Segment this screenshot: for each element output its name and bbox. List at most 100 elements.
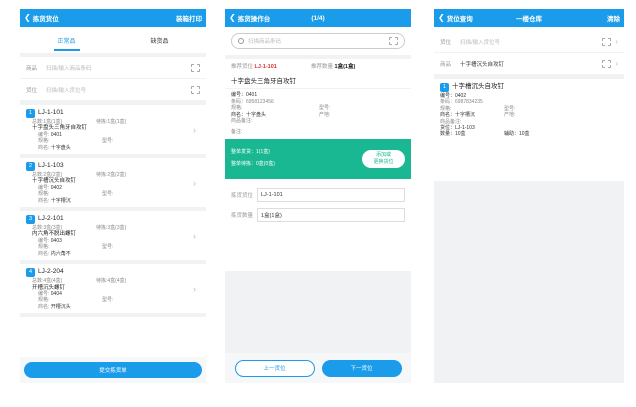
bottom-bar: 上一货位 下一货位	[225, 353, 411, 383]
pick-location-label: 拣货货位	[231, 192, 254, 199]
task-pending: 待拣:3盒(3盒)	[96, 225, 127, 232]
location-input[interactable]: 扫描/输入货位号	[46, 86, 191, 94]
next-location-button[interactable]: 下一货位	[321, 359, 402, 377]
product-spec: 规格:	[231, 105, 243, 112]
pick-qty-row: 拣货数量 1盒(1盒)	[225, 205, 411, 225]
task-total: 总数:4盒(4盒)	[32, 278, 63, 285]
result-origin: 产地:	[504, 112, 516, 119]
result-aux: 辅助：10盒	[504, 131, 530, 138]
pick-qty-label: 拣货数量	[231, 212, 254, 219]
task-code: 0402	[50, 184, 62, 191]
product-field[interactable]: 商品 十字槽沉头自攻钉 ›	[434, 53, 624, 75]
location-field-label: 货位	[440, 39, 452, 46]
brand-label: 商名:	[38, 303, 50, 310]
rec-location-label: 推荐货位	[231, 64, 254, 70]
submit-pick-list-button[interactable]: 提交拣货单	[24, 362, 202, 378]
index-badge: 1	[440, 83, 449, 92]
product-field-label: 商品	[26, 65, 38, 72]
back-button[interactable]: ❮ 货位查询	[438, 13, 473, 24]
chevron-right-icon[interactable]: ›	[615, 59, 618, 68]
search-icon	[238, 38, 244, 44]
scan-icon[interactable]	[191, 85, 200, 94]
location-query-screen: ❮ 货位查询 一楼仓库 清除 货位 扫描/输入货位号 › 商品 十字槽沉头自攻钉…	[434, 9, 624, 383]
remark: 备注:	[231, 128, 243, 135]
nav-bar: ❮ 拣货货位 装箱打印	[20, 9, 206, 27]
rec-qty-value: 1盒(1盒)	[334, 64, 356, 70]
index-badge: 1	[26, 109, 35, 118]
product-name: 十字盘头三角牙自攻钉	[225, 73, 411, 89]
recommendation-row: 推荐货位 LJ-1-101 推荐数量 1盒(1盒)	[225, 59, 411, 73]
pack-print-button[interactable]: 装箱打印	[176, 13, 202, 23]
back-button[interactable]: ❮ 拣货操作台	[229, 13, 271, 24]
location-field[interactable]: 货位 扫描/输入货位号	[20, 79, 206, 101]
product-field[interactable]: 商品 扫描/输入商品条码	[20, 57, 206, 79]
product-note: 商品备注:	[231, 118, 253, 125]
chevron-left-icon: ❮	[229, 13, 236, 22]
code-label: 编号:	[38, 184, 50, 191]
search-input[interactable]: 扫描商品条码	[231, 33, 405, 49]
scan-icon[interactable]	[602, 37, 612, 46]
task-item[interactable]: 4 LJ-2-204 总数:4盒(4盒) 待拣:4盒(4盒) 开槽沉头螺钉 编号: …	[20, 264, 206, 318]
pick-location-screen: ❮ 拣货货位 装箱打印 正常品 缺货品 商品 扫描/输入商品条码 货位 扫描/输…	[20, 9, 206, 383]
clear-button[interactable]: 清除	[607, 13, 620, 23]
brand-label: 商名:	[38, 144, 50, 151]
chevron-right-icon: ›	[193, 177, 196, 188]
product-barcode: 条码：6958123456	[231, 98, 274, 105]
scan-icon[interactable]	[191, 63, 200, 72]
product-input[interactable]: 扫描/输入商品条码	[46, 64, 191, 72]
pick-location-field[interactable]: LJ-1-101	[257, 187, 405, 202]
product-field-label: 商品	[440, 61, 452, 68]
model-label: 型号:	[102, 297, 114, 304]
chevron-left-icon: ❮	[24, 13, 31, 22]
scan-icon[interactable]	[389, 37, 398, 45]
submit-bar: 提交拣货单	[20, 357, 206, 383]
pick-qty-field[interactable]: 1盒(1盒)	[257, 207, 405, 222]
rec-qty-label: 推荐数量	[311, 64, 334, 70]
index-badge: 3	[26, 215, 35, 225]
task-item[interactable]: 3 LJ-2-101 总数:3盒(3盒) 待拣:3盒(3盒) 内六角不脱出螺钉 编号…	[20, 211, 206, 265]
chevron-right-icon: ›	[193, 283, 196, 294]
back-button[interactable]: ❮ 拣货货位	[24, 13, 59, 24]
nav-title: 拣货货位	[32, 16, 59, 23]
brand-label: 商名:	[38, 250, 50, 257]
location-input[interactable]: 扫描/输入货位号	[460, 38, 602, 46]
code-label: 编号:	[38, 131, 50, 138]
task-pending: 待拣:4盒(4盒)	[96, 278, 127, 285]
tab-out-of-stock[interactable]: 缺货品	[113, 36, 206, 45]
code-label: 编号:	[38, 237, 50, 244]
chevron-right-icon: ›	[193, 124, 196, 135]
result-product-name: 十字槽沉头自攻钉	[452, 83, 504, 91]
code-label: 编号:	[38, 290, 50, 297]
task-code: 0401	[50, 131, 62, 138]
empty-area	[434, 181, 624, 383]
task-item[interactable]: 1 LJ-1-101 总数:1盒(1盒) 待拣:1盒(1盒) 十字盘头三角牙自攻钉 …	[20, 105, 206, 159]
task-pending: 待拣:2盒(2盒)	[96, 172, 127, 179]
task-brand: 内六角不	[50, 250, 71, 257]
result-qty: 数量：10盒	[440, 131, 466, 138]
task-brand: 十字盘头	[50, 144, 71, 151]
scan-icon[interactable]	[602, 59, 612, 68]
result-item[interactable]: 1 十字槽沉头自攻钉 编号：0402 条码：6987834235 规格: 型号: 商…	[434, 79, 624, 142]
nav-back-label: 拣货操作台	[237, 16, 271, 23]
task-location: LJ-2-204	[38, 268, 64, 276]
chevron-right-icon[interactable]: ›	[615, 37, 618, 46]
rec-location-value: LJ-1-101	[254, 64, 277, 70]
add-btn-line2: 更换货位	[373, 158, 394, 165]
product-model: 型号:	[319, 105, 331, 112]
product-code: 编号：0401	[231, 92, 258, 98]
index-badge: 4	[26, 268, 35, 278]
location-field[interactable]: 货位 扫描/输入货位号 ›	[434, 31, 624, 53]
order-status-panel: 整单发货：1(1盒) 整单待拣：0盒(0盒) 添加或 更换货位	[225, 138, 411, 179]
task-brand: 开槽沉头	[50, 303, 71, 310]
nav-bar: ❮ 货位查询 一楼仓库 清除	[434, 9, 624, 27]
task-pending: 待拣:1盒(1盒)	[96, 119, 127, 125]
search-placeholder: 扫描商品条码	[248, 39, 282, 45]
product-input[interactable]: 十字槽沉头自攻钉	[460, 60, 602, 68]
add-change-location-button[interactable]: 添加或 更换货位	[362, 149, 405, 168]
prev-location-button[interactable]: 上一货位	[234, 359, 315, 377]
tab-normal[interactable]: 正常品	[20, 36, 113, 45]
task-item[interactable]: 2 LJ-1-103 总数:2盒(2盒) 待拣:2盒(2盒) 十字槽沉头自攻钉 编号…	[20, 158, 206, 212]
task-location: LJ-2-101	[38, 215, 64, 223]
product-info: 编号：0401 条码：6958123456 规格: 型号: 商名：十字盘头 产地: …	[225, 89, 411, 139]
task-code: 0404	[50, 290, 62, 297]
